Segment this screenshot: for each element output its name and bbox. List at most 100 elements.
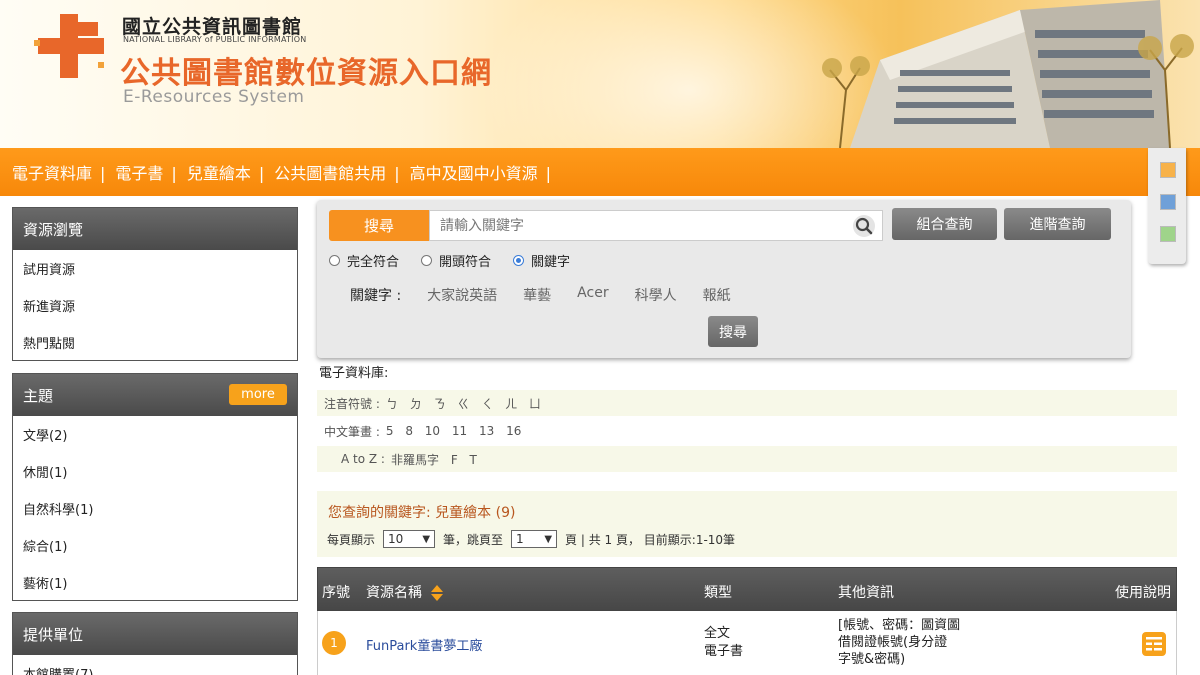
sort-icon[interactable] (430, 584, 444, 602)
topic-item[interactable]: 文學(2) (13, 416, 297, 453)
az-items: 非羅馬字 F T (391, 451, 485, 468)
nav-separator: | (394, 164, 400, 183)
nav-item-picture-books[interactable]: 兒童繪本 | (187, 160, 274, 184)
zhuyin-link[interactable]: ㄉ (410, 397, 422, 411)
library-name-en: NATIONAL LIBRARY of PUBLIC INFORMATION (123, 35, 307, 44)
nav-separator: | (171, 164, 177, 183)
topics-panel-header: 主題 more (13, 374, 297, 416)
nav-item-label[interactable]: 高中及國中小資源 (410, 164, 538, 183)
header-banner: 國立公共資訊圖書館 NATIONAL LIBRARY of PUBLIC INF… (0, 0, 1200, 148)
col-type: 類型 (704, 585, 732, 601)
provider-item[interactable]: 本館購置(7) (13, 655, 297, 675)
nav-item-label[interactable]: 兒童繪本 (187, 164, 251, 183)
keyword-link[interactable]: 科學人 (635, 285, 677, 305)
keyword-link[interactable]: 大家說英語 (427, 285, 497, 305)
radio-keyword-match[interactable]: 關鍵字 (513, 251, 570, 270)
stroke-link[interactable]: 16 (506, 424, 521, 438)
search-panel: 搜尋 組合查詢 進階查詢 完全符合 開頭符合 關鍵字 關鍵字 : 大家說英語 華… (317, 200, 1131, 358)
page-value: 1 (516, 532, 524, 546)
radio-prefix-match[interactable]: 開頭符合 (421, 251, 491, 270)
radio-exact-match[interactable]: 完全符合 (329, 251, 399, 270)
zhuyin-link[interactable]: ㄋ (434, 397, 446, 411)
nav-separator: | (545, 164, 552, 183)
az-link[interactable]: 非羅馬字 (391, 453, 439, 467)
strokes-items: 5 8 10 11 13 16 (386, 424, 530, 438)
advanced-search-button[interactable]: 進階查詢 (1004, 208, 1111, 240)
az-row: A to Z : 非羅馬字 F T (317, 446, 1177, 472)
other-info-line: [帳號、密碼：圖資圖 (838, 618, 961, 633)
green-square-icon[interactable] (1160, 226, 1176, 242)
per-page-label: 每頁顯示 (327, 532, 376, 547)
library-logo-icon[interactable] (32, 10, 112, 80)
topic-item[interactable]: 綜合(1) (13, 527, 297, 564)
combined-search-button[interactable]: 組合查詢 (892, 208, 997, 240)
col-name-label: 資源名稱 (366, 585, 422, 601)
keyword-link[interactable]: Acer (577, 285, 608, 305)
orange-square-icon[interactable] (1160, 162, 1176, 178)
nav-item-label[interactable]: 電子書 (115, 164, 163, 183)
chevron-down-icon: ▼ (422, 533, 431, 545)
topic-item[interactable]: 休閒(1) (13, 453, 297, 490)
stroke-link[interactable]: 13 (479, 424, 494, 438)
az-link[interactable]: T (470, 453, 477, 467)
match-options: 完全符合 開頭符合 關鍵字 (329, 251, 592, 270)
resource-type-line: 電子書 (704, 644, 744, 659)
nav-item-databases[interactable]: 電子資料庫 | (12, 160, 115, 184)
sidebar-item-trial[interactable]: 試用資源 (13, 250, 297, 287)
topic-item[interactable]: 自然科學(1) (13, 490, 297, 527)
blue-square-icon[interactable] (1160, 194, 1176, 210)
nav-item-label[interactable]: 公共圖書館共用 (274, 164, 386, 183)
col-name[interactable]: 資源名稱 (366, 582, 444, 602)
col-other: 其他資訊 (838, 585, 894, 601)
nav-item-ebooks[interactable]: 電子書 | (115, 160, 186, 184)
nav-item-label[interactable]: 電子資料庫 (12, 164, 92, 183)
page-select[interactable]: 1 ▼ (511, 530, 558, 548)
nav-item-shared[interactable]: 公共圖書館共用 | (274, 160, 409, 184)
main-navbar: 電子資料庫 | 電子書 | 兒童繪本 | 公共圖書館共用 | 高中及國中小資源 | (0, 148, 1200, 196)
resource-name-link[interactable]: FunPark童書夢工廠 (366, 635, 482, 654)
zhuyin-link[interactable]: ㄩ (529, 397, 541, 411)
jump-label: 筆，跳頁至 (443, 532, 504, 547)
nav-separator: | (100, 164, 106, 183)
keyword-link[interactable]: 華藝 (523, 285, 551, 305)
portal-title: 公共圖書館數位資源入口網 (120, 56, 492, 91)
zhuyin-label: 注音符號 : (324, 396, 380, 411)
az-link[interactable]: F (451, 453, 458, 467)
per-page-select[interactable]: 10 ▼ (383, 530, 436, 548)
topics-panel-title: 主題 (23, 386, 54, 405)
other-info-line: 字號&密碼) (838, 652, 906, 667)
keyword-link[interactable]: 報紙 (703, 285, 731, 305)
radio-dot[interactable] (421, 255, 433, 266)
stroke-link[interactable]: 11 (452, 424, 467, 438)
result-summary: 您查詢的關鍵字: 兒童繪本 (9) 每頁顯示 10 ▼ 筆，跳頁至 1 ▼ 頁 | … (317, 491, 1177, 557)
zhuyin-link[interactable]: ㄦ (505, 397, 517, 411)
table-row: 1 FunPark童書夢工廠 全文 電子書 [帳號、密碼：圖資圖 借閱證帳號(身… (317, 611, 1177, 675)
radio-dot[interactable] (329, 255, 340, 266)
usage-guide-icon[interactable] (1141, 631, 1167, 657)
stroke-link[interactable]: 8 (405, 424, 413, 438)
search-submit-button[interactable]: 搜尋 (708, 316, 758, 347)
nav-separator: | (258, 164, 265, 183)
col-index: 序號 (322, 585, 350, 601)
row-index-badge: 1 (322, 631, 346, 655)
topic-item[interactable]: 藝術(1) (13, 564, 297, 601)
stroke-link[interactable]: 5 (386, 424, 394, 438)
sidebar-item-popular[interactable]: 熱門點閱 (13, 324, 297, 361)
sidebar-item-new[interactable]: 新進資源 (13, 287, 297, 324)
resource-other-info: [帳號、密碼：圖資圖 借閱證帳號(身分證 字號&密碼) (838, 617, 978, 668)
pager: 每頁顯示 10 ▼ 筆，跳頁至 1 ▼ 頁 | 共 1 頁， 目前顯示:1-10筆 (327, 530, 735, 548)
providers-panel: 提供單位 本館購置(7) (12, 612, 298, 675)
browse-panel: 資源瀏覽 試用資源 新進資源 熱門點閱 (12, 207, 298, 361)
search-icon[interactable] (852, 214, 876, 238)
providers-panel-title: 提供單位 (13, 613, 297, 655)
zhuyin-link[interactable]: ㄅ (386, 397, 398, 411)
radio-label: 完全符合 (347, 255, 400, 270)
stroke-link[interactable]: 10 (425, 424, 440, 438)
search-input[interactable] (429, 210, 883, 241)
nav-item-school-resources[interactable]: 高中及國中小資源 | (410, 160, 561, 184)
topics-more-button[interactable]: more (229, 384, 287, 405)
radio-dot-selected[interactable] (513, 255, 525, 266)
library-building-image (822, 0, 1194, 148)
zhuyin-link[interactable]: ㄑ (481, 397, 493, 411)
zhuyin-link[interactable]: ㄍ (457, 397, 469, 411)
